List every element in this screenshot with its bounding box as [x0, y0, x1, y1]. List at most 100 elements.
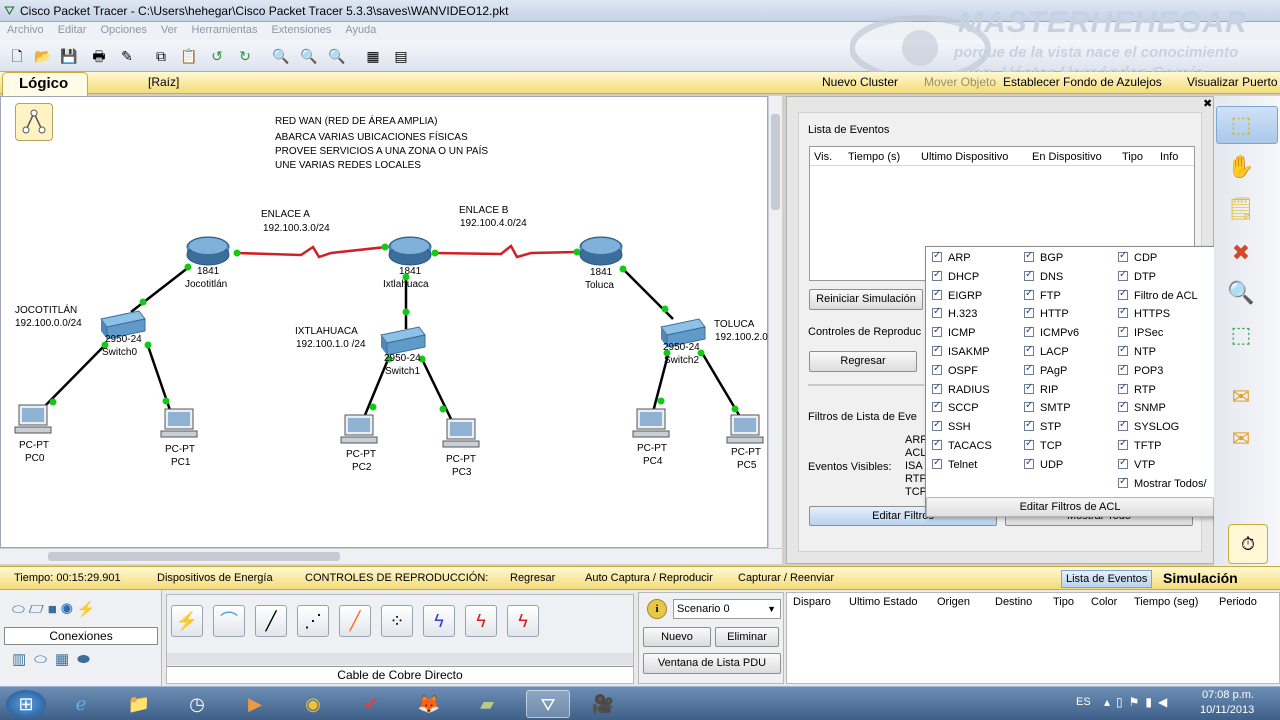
pdu-column-header[interactable]: Disparo	[793, 596, 831, 608]
custom-device-icon[interactable]: ▤	[390, 45, 412, 67]
scroll-thumb[interactable]	[48, 552, 340, 561]
simulation-mode-tab[interactable]: Simulación	[1163, 570, 1238, 586]
power-devices-button[interactable]: Dispositivos de Energía	[157, 572, 273, 584]
filter-checkbox-stp[interactable]: STP	[1024, 418, 1061, 436]
filter-checkbox-tcp[interactable]: TCP	[1024, 437, 1062, 455]
filter-checkbox-dns[interactable]: DNS	[1024, 268, 1063, 286]
checkbox-icon[interactable]	[932, 287, 942, 301]
new-file-icon[interactable]: 🗋	[6, 45, 28, 67]
filter-checkbox-cdp[interactable]: CDP	[1118, 249, 1157, 267]
info-icon[interactable]: i	[647, 599, 667, 619]
checkbox-icon[interactable]	[1024, 305, 1034, 319]
checkbox-icon[interactable]	[932, 305, 942, 319]
filter-checkbox-udp[interactable]: UDP	[1024, 456, 1063, 474]
connection-scrollbar[interactable]	[167, 653, 633, 665]
move-object-button[interactable]: Mover Objeto	[924, 75, 996, 89]
wan-link-b[interactable]	[432, 244, 578, 259]
checkbox-icon[interactable]	[1118, 268, 1128, 282]
filter-checkbox-eigrp[interactable]: EIGRP	[932, 287, 982, 305]
checkbox-icon[interactable]	[932, 324, 942, 338]
checkbox-icon[interactable]	[1024, 324, 1034, 338]
coaxial-cable-icon[interactable]: ϟ	[423, 605, 455, 637]
filter-checkbox-lacp[interactable]: LACP	[1024, 343, 1069, 361]
router-icons[interactable]	[186, 236, 623, 266]
filter-checkbox-rip[interactable]: RIP	[1024, 381, 1058, 399]
tab-logical[interactable]: Lógico	[2, 72, 88, 98]
checkbox-icon[interactable]	[1118, 418, 1128, 432]
filter-checkbox-sccp[interactable]: SCCP	[932, 399, 979, 417]
filter-checkbox-ntp[interactable]: NTP	[1118, 343, 1156, 361]
zoom-out-icon[interactable]: 🔍	[326, 45, 348, 67]
camera-app-icon[interactable]: 🎥	[584, 690, 622, 718]
new-cluster-button[interactable]: Nuevo Cluster	[822, 75, 898, 89]
checkbox-icon[interactable]	[932, 343, 942, 357]
filter-checkbox-dtp[interactable]: DTP	[1118, 268, 1156, 286]
filter-checkbox-tacacs[interactable]: TACACS	[932, 437, 992, 455]
copy-icon[interactable]: ⧉	[150, 45, 172, 67]
resize-shape-icon[interactable]: ⬚	[1224, 318, 1258, 352]
fiber-cable-icon[interactable]: ╱	[339, 605, 371, 637]
menu-herramientas[interactable]: Herramientas	[184, 22, 264, 38]
menu-opciones[interactable]: Opciones	[93, 22, 153, 38]
lan-link[interactable]	[130, 266, 190, 313]
menu-editar[interactable]: Editar	[51, 22, 94, 38]
checkbox-icon[interactable]	[1118, 249, 1128, 263]
checkbox-icon[interactable]	[1024, 287, 1034, 301]
add-simple-pdu-icon[interactable]: ✉	[1224, 380, 1258, 414]
checkbox-icon[interactable]	[1118, 437, 1128, 451]
canvas-horizontal-scrollbar[interactable]	[0, 548, 782, 564]
wan-link-a[interactable]	[236, 245, 387, 259]
checkbox-icon[interactable]	[1024, 343, 1034, 357]
pdu-column-header[interactable]: Periodo	[1219, 596, 1257, 608]
palette-icon[interactable]: ▦	[362, 45, 384, 67]
checkbox-icon[interactable]	[1024, 456, 1034, 470]
zoom-reset-icon[interactable]: 🔍	[298, 45, 320, 67]
open-folder-icon[interactable]: 📂	[32, 45, 54, 67]
internet-explorer-icon[interactable]: ℯ	[62, 690, 100, 718]
pdu-column-header[interactable]: Origen	[937, 596, 970, 608]
checkbox-icon[interactable]	[1118, 324, 1128, 338]
set-background-button[interactable]: Establecer Fondo de Azulejos	[1003, 75, 1162, 89]
pdu-list-table[interactable]: Disparo Ultimo Estado Origen Destino Tip…	[786, 592, 1280, 684]
packet-tracer-task-icon[interactable]: ⛛	[526, 690, 570, 718]
lan-link[interactable]	[419, 356, 453, 420]
checkbox-icon[interactable]	[1024, 362, 1034, 376]
checkbox-icon[interactable]	[1024, 418, 1034, 432]
back-button[interactable]: Regresar	[809, 351, 917, 372]
delete-icon[interactable]: ✖	[1224, 236, 1258, 270]
checkbox-icon[interactable]	[932, 381, 942, 395]
checkbox-icon[interactable]	[1024, 268, 1034, 282]
filter-checkbox-h-323[interactable]: H.323	[932, 305, 977, 323]
filter-checkbox-pop3[interactable]: POP3	[1118, 362, 1163, 380]
checkbox-icon[interactable]	[1118, 456, 1128, 470]
auto-capture-button[interactable]: Auto Captura / Reproducir	[585, 572, 713, 584]
copper-straight-through-icon[interactable]: ╱	[255, 605, 287, 637]
console-cable-icon[interactable]: ⌒	[213, 605, 245, 637]
device-subcategory-icons[interactable]: ▥⬭▦⬬	[12, 650, 98, 668]
filter-checkbox-ssh[interactable]: SSH	[932, 418, 971, 436]
language-indicator[interactable]: ES	[1076, 696, 1091, 708]
simulation-mode-icon[interactable]: ⏱	[1228, 524, 1268, 564]
checkbox-icon[interactable]	[1118, 287, 1128, 301]
checkbox-icon[interactable]	[1118, 362, 1128, 376]
paste-icon[interactable]: 📋	[178, 45, 200, 67]
checkbox-icon[interactable]	[932, 399, 942, 413]
auto-connection-icon[interactable]: ⚡	[171, 605, 203, 637]
hand-move-icon[interactable]: ✋	[1224, 150, 1258, 184]
switch-icons[interactable]	[100, 310, 706, 356]
new-scenario-button[interactable]: Nuevo	[643, 627, 711, 647]
recorder-app-icon[interactable]: ✔	[352, 690, 390, 718]
save-icon[interactable]: 💾	[58, 45, 80, 67]
add-complex-pdu-icon[interactable]: ✉	[1224, 422, 1258, 456]
reset-simulation-button[interactable]: Reiniciar Simulación	[809, 289, 923, 310]
pdu-column-header[interactable]: Ultimo Estado	[849, 596, 917, 608]
filter-checkbox-ospf[interactable]: OSPF	[932, 362, 978, 380]
filter-checkbox-pagp[interactable]: PAgP	[1024, 362, 1067, 380]
edit-acl-filters-button[interactable]: Editar Filtros de ACL	[926, 497, 1214, 517]
viewport-button[interactable]: Visualizar Puerto	[1187, 75, 1278, 89]
notes-app-icon[interactable]: ▰	[468, 690, 506, 718]
filter-checkbox-snmp[interactable]: SNMP	[1118, 399, 1166, 417]
filter-checkbox-smtp[interactable]: SMTP	[1024, 399, 1071, 417]
pdu-column-header[interactable]: Destino	[995, 596, 1032, 608]
serial-dce-icon[interactable]: ϟ	[465, 605, 497, 637]
